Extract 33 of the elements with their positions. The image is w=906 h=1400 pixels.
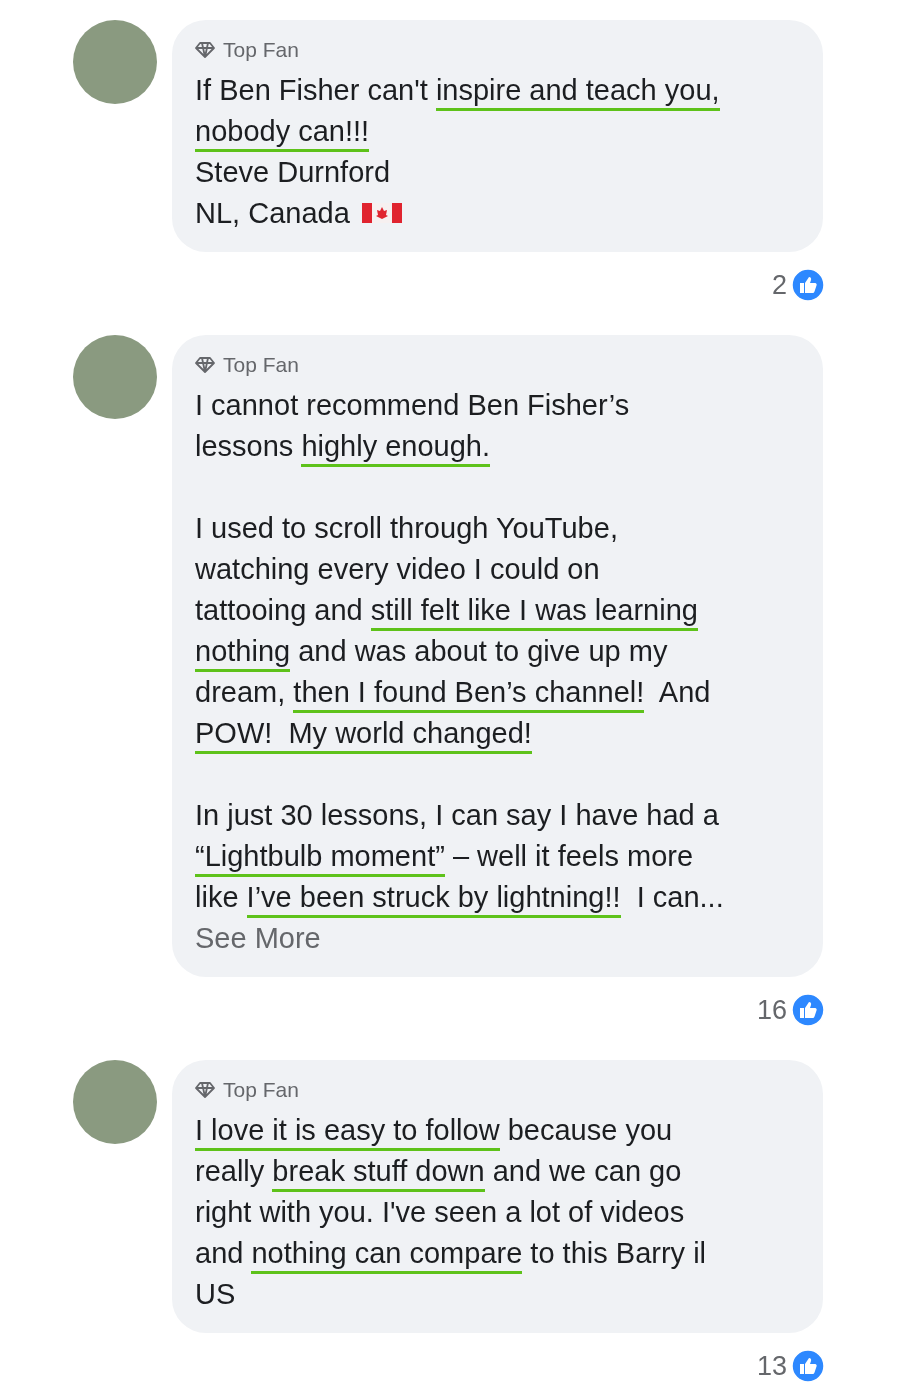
diamond-icon: [195, 1081, 215, 1098]
comment-text-line: “Lightbulb moment” – well it feels more: [195, 835, 694, 877]
comment-text-line: I used to scroll through YouTube,: [195, 510, 618, 546]
like-icon: [791, 1348, 825, 1383]
comment-text-line: I love it is easy to follow because you: [195, 1109, 673, 1151]
comment-text-line: nothing and was about to give up my: [195, 630, 668, 672]
comment-text-line: dream, then I found Ben’s channel! And: [195, 671, 711, 713]
comment-text-line: lessons highly enough.: [195, 425, 491, 467]
like-count: 16: [756, 993, 787, 1027]
see-more-link[interactable]: See More: [195, 917, 321, 959]
like-icon: [791, 992, 825, 1027]
comment-text-line: and nothing can compare to this Barry il: [195, 1232, 706, 1274]
diamond-icon: [195, 41, 215, 58]
comment-text-line: really break stuff down and we can go: [195, 1150, 682, 1192]
comment-text-line: If Ben Fisher can't inspire and teach you,: [195, 69, 720, 111]
comment-text-line: I cannot recommend Ben Fisher’s: [195, 387, 630, 423]
like-icon: [791, 267, 825, 302]
comment-text-line: like I’ve been struck by lightning!! I can...: [195, 876, 724, 918]
comment-text-line: watching every video I could on: [195, 551, 600, 587]
comment-text-line: Steve Durnford: [195, 154, 391, 190]
diamond-icon: [195, 356, 215, 373]
comment-text-line: In just 30 lessons, I can say I have had a: [195, 797, 719, 833]
top-fan-label: Top Fan: [223, 1077, 299, 1103]
top-fan-label: Top Fan: [223, 37, 299, 63]
like-count: 13: [756, 1349, 787, 1383]
top-fan-label: Top Fan: [223, 352, 299, 378]
comment-text-line: tattooing and still felt like I was learning: [195, 589, 698, 631]
comment-text-line: NL, Canada: [195, 195, 350, 231]
comment-text-line: nobody can!!!: [195, 110, 370, 152]
comment-text-line: right with you. I've seen a lot of videos: [195, 1194, 685, 1230]
comment-text-line: US: [195, 1276, 236, 1312]
like-count: 2: [771, 268, 787, 302]
comment-text-line: POW! My world changed!: [195, 712, 532, 754]
